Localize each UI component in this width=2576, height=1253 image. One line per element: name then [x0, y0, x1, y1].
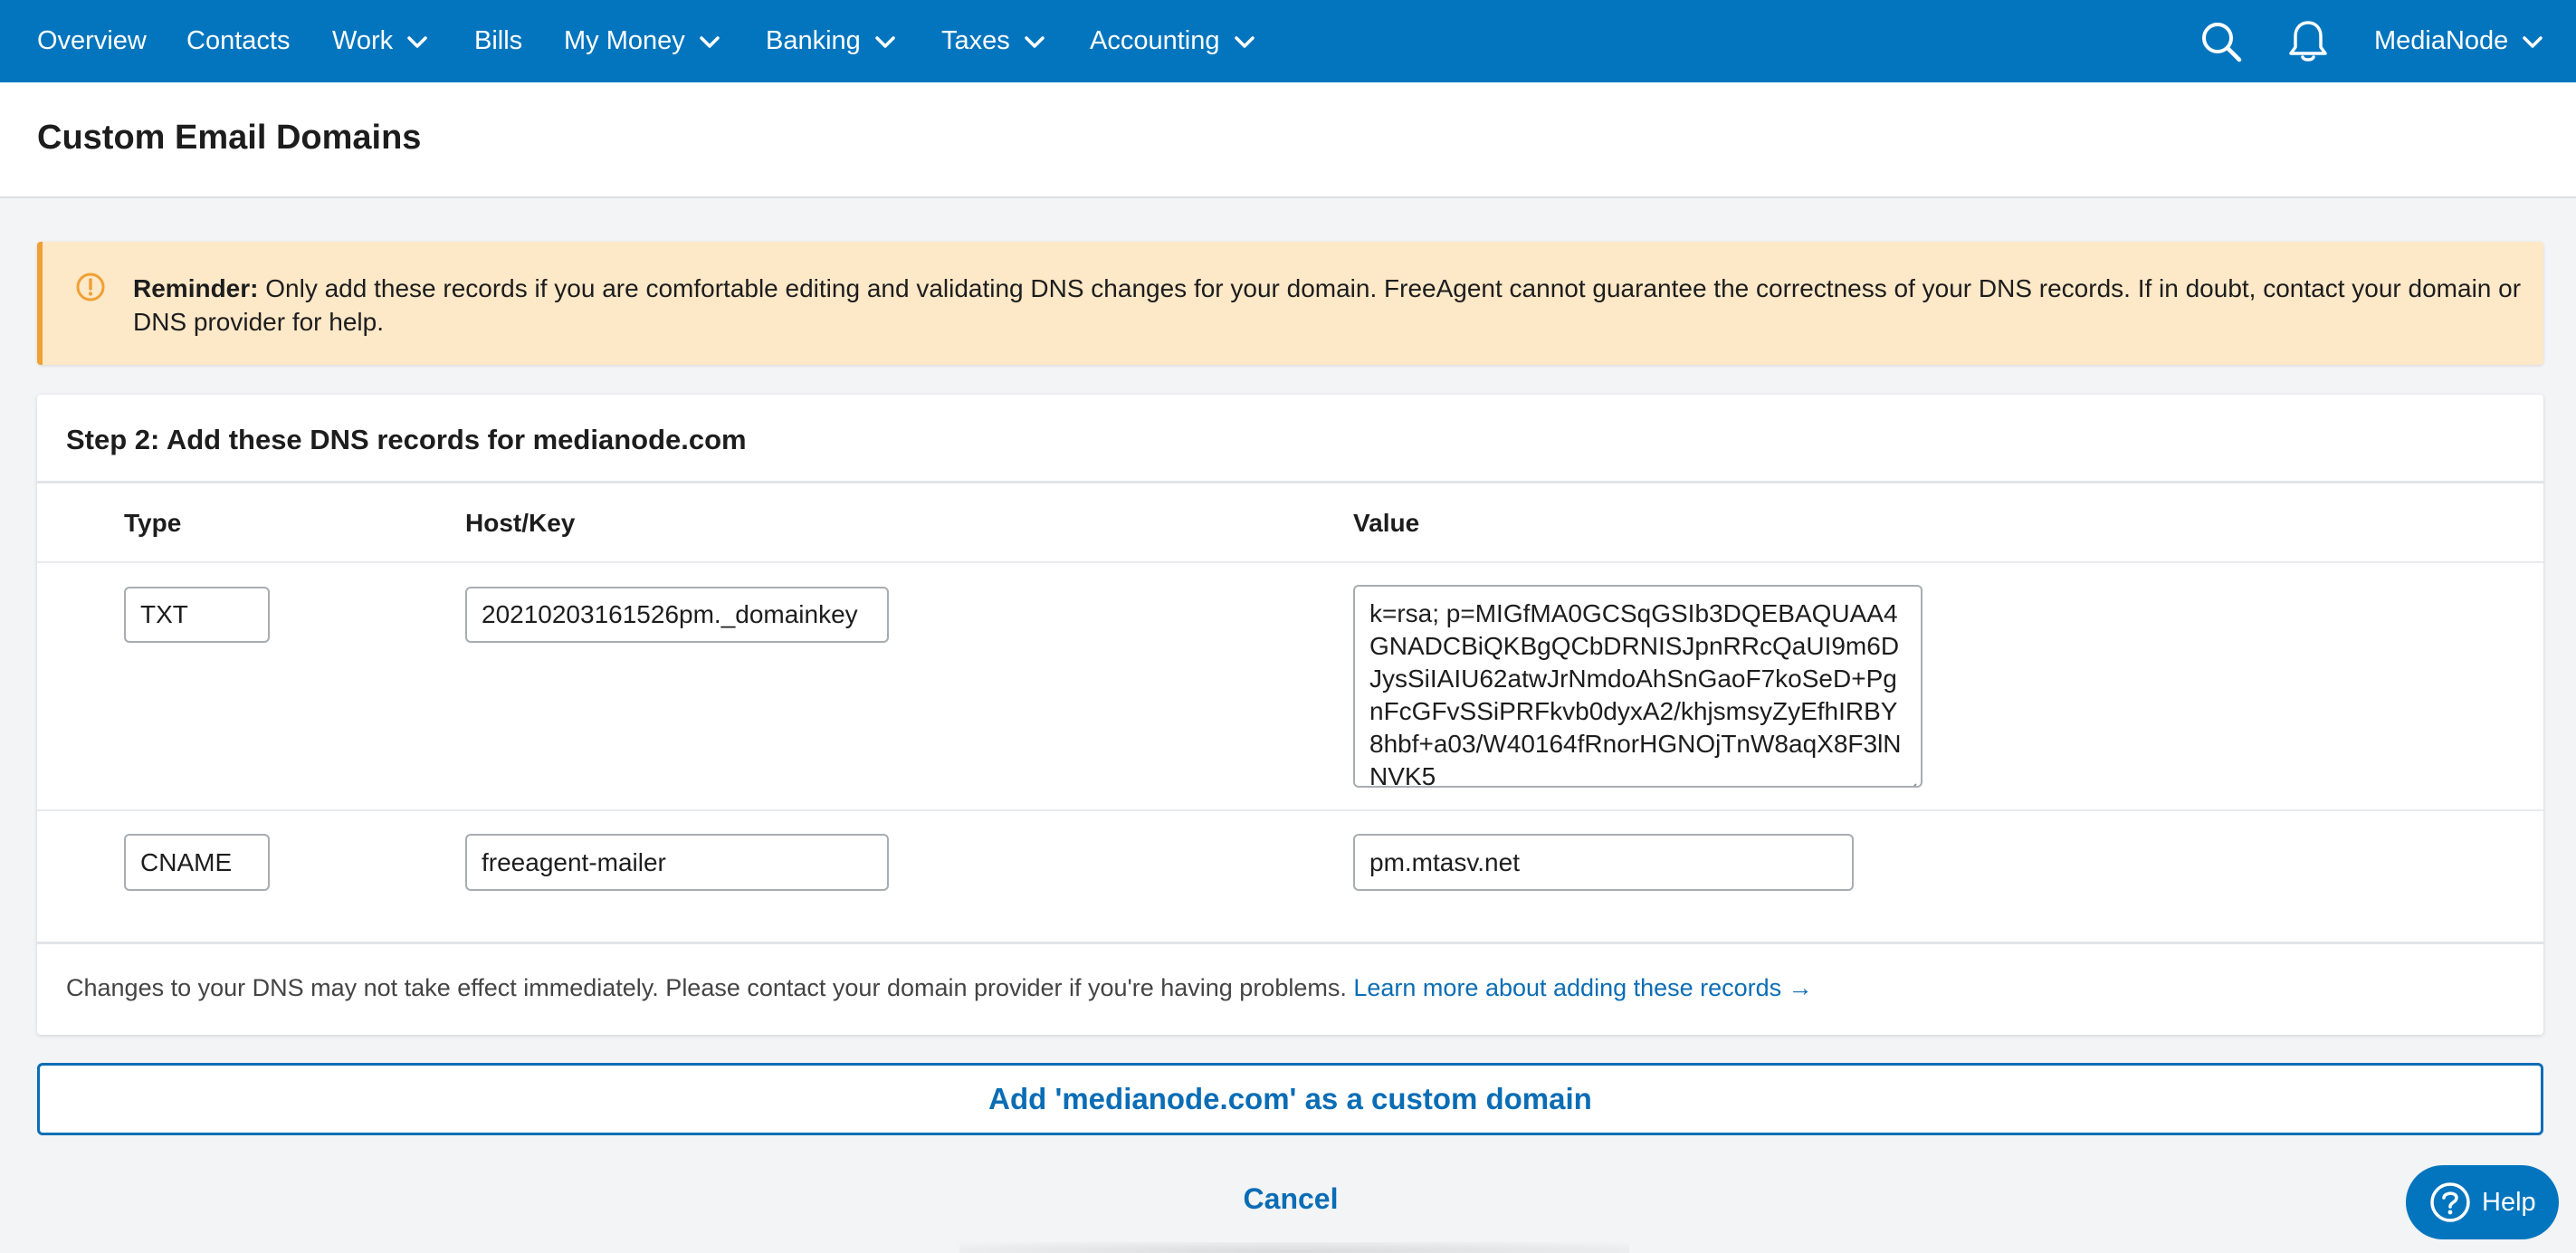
page-header: Custom Email Domains: [0, 82, 2576, 198]
reminder-body: Only add these records if you are comfor…: [133, 274, 2522, 336]
column-header-host: Host/Key: [465, 509, 576, 537]
dns-help-message: Changes to your DNS may not take effect …: [66, 974, 1347, 1001]
reminder-label: Reminder:: [133, 274, 259, 302]
card-header: Step 2: Add these DNS records for median…: [37, 395, 2543, 483]
record-host-field[interactable]: freeagent-mailer: [465, 834, 889, 891]
record-value-field[interactable]: pm.mtasv.net: [1353, 834, 1854, 891]
nav-item-label: Work: [332, 26, 394, 55]
bell-icon[interactable]: [2288, 0, 2328, 82]
nav-item-label: Bills: [474, 26, 523, 55]
chevron-down-icon: [2523, 26, 2543, 56]
nav-item-overview[interactable]: Overview: [37, 0, 147, 82]
help-button[interactable]: Help: [2406, 1165, 2559, 1239]
account-name: MediaNode: [2374, 26, 2509, 55]
record-type-field[interactable]: TXT: [124, 587, 270, 643]
resize-grip-icon[interactable]: [1904, 770, 1917, 786]
top-navigation-bar: Overview Contacts Work Bills My Money Ba…: [0, 0, 2576, 82]
column-header-type: Type: [124, 509, 182, 537]
nav-item-label: Overview: [37, 26, 147, 55]
chevron-down-icon: [1234, 26, 1255, 56]
page-title: Custom Email Domains: [37, 119, 422, 157]
record-value-textarea[interactable]: k=rsa; p=MIGfMA0GCSqGSIb3DQEBAQUAA4GNADC…: [1353, 585, 1922, 788]
chevron-down-icon: [875, 26, 895, 56]
record-value-text: k=rsa; p=MIGfMA0GCSqGSIb3DQEBAQUAA4GNADC…: [1369, 599, 1902, 788]
account-menu[interactable]: MediaNode: [2374, 0, 2543, 82]
bottom-shadow: [959, 1242, 1629, 1253]
chevron-down-icon: [1025, 26, 1045, 56]
reminder-banner: Reminder: Only add these records if you …: [37, 242, 2543, 365]
dns-records-card: Step 2: Add these DNS records for median…: [37, 395, 2543, 1035]
record-type-field[interactable]: CNAME: [124, 834, 270, 891]
nav-item-contacts[interactable]: Contacts: [186, 0, 290, 82]
dns-help-text: Changes to your DNS may not take effect …: [66, 974, 1813, 1002]
row-divider: [37, 561, 2543, 563]
nav-item-label: Taxes: [941, 26, 1010, 55]
help-label: Help: [2482, 1187, 2536, 1217]
nav-item-my-money[interactable]: My Money: [564, 0, 720, 82]
column-header-value: Value: [1353, 509, 1420, 537]
nav-item-label: My Money: [564, 26, 685, 55]
nav-item-work[interactable]: Work: [332, 0, 427, 82]
row-divider: [37, 942, 2543, 944]
search-icon[interactable]: [2200, 0, 2242, 82]
cancel-link[interactable]: Cancel: [0, 1182, 2576, 1216]
nav-item-label: Accounting: [1090, 26, 1220, 55]
nav-item-bills[interactable]: Bills: [474, 0, 522, 82]
nav-item-label: Contacts: [186, 26, 291, 55]
record-host-field[interactable]: 20210203161526pm._domainkey: [465, 587, 889, 643]
chevron-down-icon: [407, 26, 427, 56]
nav-item-taxes[interactable]: Taxes: [941, 0, 1045, 82]
chevron-down-icon: [700, 26, 720, 56]
reminder-message: Reminder: Only add these records if you …: [133, 272, 2532, 339]
nav-item-accounting[interactable]: Accounting: [1090, 0, 1255, 82]
add-custom-domain-button[interactable]: Add 'medianode.com' as a custom domain: [37, 1063, 2543, 1135]
card-title: Step 2: Add these DNS records for median…: [66, 424, 747, 455]
nav-item-banking[interactable]: Banking: [766, 0, 895, 82]
learn-more-link[interactable]: Learn more about adding these records →: [1353, 974, 1812, 1001]
warning-circle-icon: [75, 272, 106, 302]
question-circle-icon: [2429, 1181, 2471, 1223]
row-divider: [37, 809, 2543, 811]
nav-item-label: Banking: [766, 26, 861, 55]
